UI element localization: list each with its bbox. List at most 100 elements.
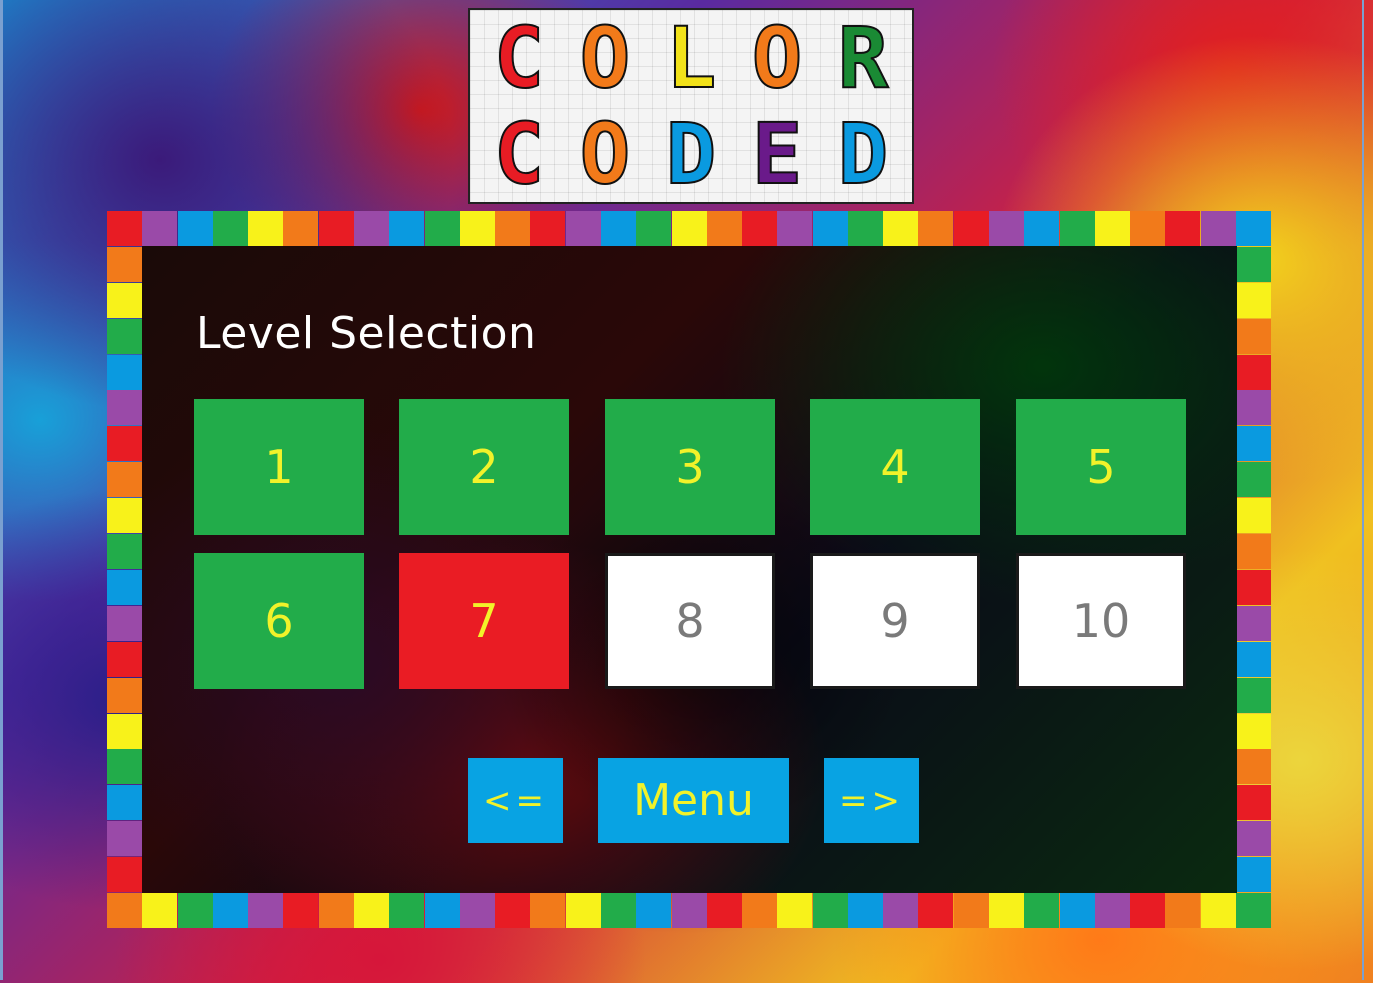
- border-tile: [953, 893, 989, 928]
- logo-letter: E: [751, 105, 804, 203]
- border-tile: [318, 211, 354, 246]
- border-tile: [565, 211, 601, 246]
- border-tile: [777, 211, 813, 246]
- border-tile: [883, 211, 919, 246]
- border-tile: [1236, 211, 1271, 246]
- border-tile: [918, 893, 954, 928]
- border-tile: [107, 462, 142, 498]
- level-button-7[interactable]: 7: [399, 553, 569, 689]
- border-tile: [565, 893, 601, 928]
- border-tile: [1236, 569, 1271, 605]
- border-tile: [530, 893, 566, 928]
- border-tile: [389, 893, 425, 928]
- border-tile: [600, 893, 636, 928]
- border-tile: [107, 785, 142, 821]
- border-tile: [847, 211, 883, 246]
- border-tile: [1236, 246, 1271, 282]
- logo-letter: O: [751, 9, 804, 107]
- border-tile: [212, 893, 248, 928]
- border-tile: [1236, 282, 1271, 318]
- logo-letter: C: [493, 9, 546, 107]
- border-tile: [283, 211, 319, 246]
- border-tile: [1094, 893, 1130, 928]
- level-button-8[interactable]: 8: [605, 553, 775, 689]
- border-tile: [671, 211, 707, 246]
- border-tile: [424, 893, 460, 928]
- border-tile: [283, 893, 319, 928]
- border-tile: [1200, 893, 1236, 928]
- logo-letter: R: [837, 9, 890, 107]
- level-button-10[interactable]: 10: [1016, 553, 1186, 689]
- level-button-9[interactable]: 9: [810, 553, 980, 689]
- logo-letter: D: [837, 105, 890, 203]
- border-tile: [600, 211, 636, 246]
- border-tile: [1024, 893, 1060, 928]
- border-tile: [883, 893, 919, 928]
- border-tile: [989, 211, 1025, 246]
- border-tile: [318, 893, 354, 928]
- logo-row-color: C O L O R: [480, 9, 902, 107]
- color-coded-logo: C O L O R C O D E D: [468, 8, 914, 204]
- border-tile: [1236, 893, 1271, 928]
- border-tile: [1236, 498, 1271, 534]
- border-tile: [248, 893, 284, 928]
- border-tile: [107, 749, 142, 785]
- next-page-button[interactable]: =>: [824, 758, 919, 843]
- border-tile: [1130, 893, 1166, 928]
- border-tile: [107, 821, 142, 857]
- border-tile: [847, 893, 883, 928]
- border-tile: [812, 893, 848, 928]
- page-title: Level Selection: [196, 308, 537, 359]
- border-tile: [107, 677, 142, 713]
- border-tile: [107, 713, 142, 749]
- level-button-1[interactable]: 1: [194, 399, 364, 535]
- border-tile: [248, 211, 284, 246]
- border-tile: [107, 498, 142, 534]
- border-tile: [636, 893, 672, 928]
- border-tile: [495, 211, 531, 246]
- border-tile: [812, 211, 848, 246]
- border-tile: [918, 211, 954, 246]
- border-tile: [1236, 390, 1271, 426]
- level-button-2[interactable]: 2: [399, 399, 569, 535]
- border-tile: [1059, 211, 1095, 246]
- border-tile: [107, 246, 142, 282]
- border-tile: [107, 857, 142, 893]
- border-tile: [1059, 893, 1095, 928]
- logo-row-coded: C O D E D: [480, 105, 902, 203]
- previous-page-button[interactable]: <=: [468, 758, 563, 843]
- border-tile: [1236, 749, 1271, 785]
- border-tile: [1236, 354, 1271, 390]
- border-tile: [1236, 534, 1271, 570]
- border-tile: [424, 211, 460, 246]
- border-tile: [706, 211, 742, 246]
- logo-letter: L: [665, 9, 718, 107]
- border-tile: [1165, 211, 1201, 246]
- border-tile: [107, 641, 142, 677]
- border-tile: [107, 893, 142, 928]
- level-button-6[interactable]: 6: [194, 553, 364, 689]
- border-tile: [142, 211, 178, 246]
- level-button-4[interactable]: 4: [810, 399, 980, 535]
- border-tile: [389, 211, 425, 246]
- game-screen: C O L O R C O D E D Level Selection 1 2 …: [0, 0, 1373, 983]
- border-tile: [530, 211, 566, 246]
- border-tile: [107, 282, 142, 318]
- level-button-3[interactable]: 3: [605, 399, 775, 535]
- border-tile: [1236, 677, 1271, 713]
- border-tile: [1236, 857, 1271, 893]
- border-tile: [777, 893, 813, 928]
- logo-letter: O: [579, 105, 632, 203]
- border-tile: [1236, 785, 1271, 821]
- border-tile: [1236, 318, 1271, 354]
- border-tile: [1236, 821, 1271, 857]
- menu-button[interactable]: Menu: [598, 758, 789, 843]
- border-tile: [212, 211, 248, 246]
- border-tile: [177, 211, 213, 246]
- level-button-5[interactable]: 5: [1016, 399, 1186, 535]
- border-tile: [1236, 713, 1271, 749]
- border-tile: [107, 569, 142, 605]
- border-tile: [1236, 462, 1271, 498]
- border-tile: [459, 893, 495, 928]
- border-tile: [1165, 893, 1201, 928]
